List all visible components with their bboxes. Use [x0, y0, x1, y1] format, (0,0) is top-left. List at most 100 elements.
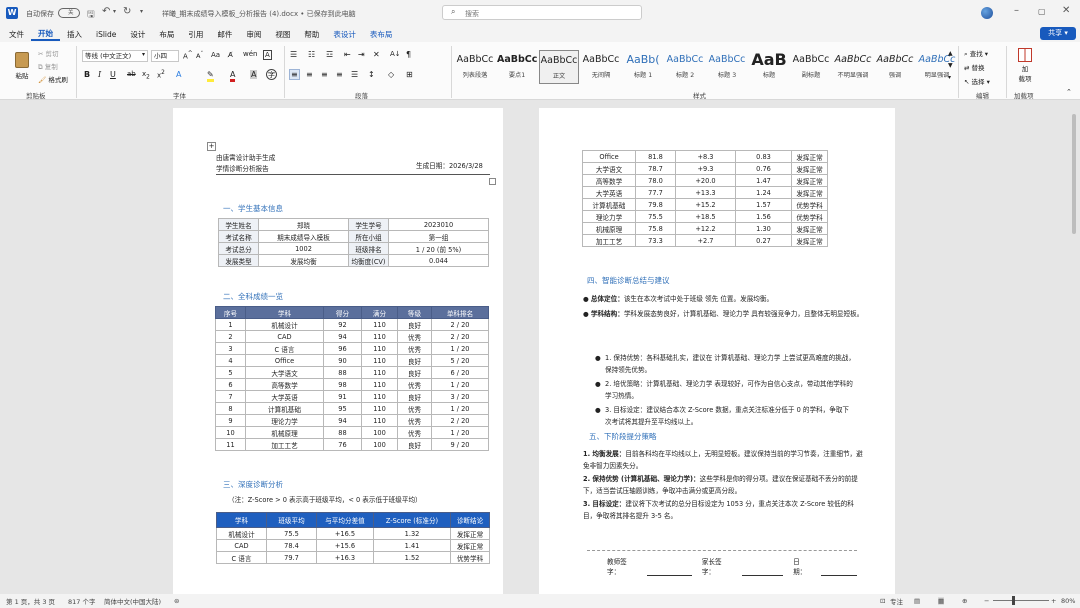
table-header-cell[interactable]: Z-Score (标准分): [373, 512, 451, 528]
table-cell[interactable]: +15.2: [675, 198, 736, 211]
zoom-in-icon[interactable]: +: [1051, 597, 1056, 605]
autosave-toggle[interactable]: 关: [58, 8, 80, 18]
font-name-select[interactable]: 等线 (中文正文): [82, 50, 148, 62]
table-cell[interactable]: 2 / 20: [431, 330, 489, 343]
table-cell[interactable]: 88: [323, 366, 362, 379]
table-cell[interactable]: 计算机基础: [245, 402, 324, 415]
table-cell[interactable]: 0.83: [735, 150, 792, 163]
align-right-icon[interactable]: ≡: [321, 70, 328, 79]
table-cell[interactable]: 考试名称: [218, 230, 259, 243]
table-cell[interactable]: +8.3: [675, 150, 736, 163]
search-box[interactable]: ⌕ 搜索: [442, 5, 642, 20]
italic-icon[interactable]: I: [98, 70, 101, 79]
table-cell[interactable]: 1: [215, 318, 246, 331]
cut-button[interactable]: ✂ 剪切: [38, 48, 59, 58]
table-cell[interactable]: 78.4: [266, 539, 317, 552]
table-cell[interactable]: 110: [361, 378, 398, 391]
table-cell[interactable]: 1.47: [735, 174, 792, 187]
table-cell[interactable]: 3 / 20: [431, 390, 489, 403]
table-cell[interactable]: 大学语文: [582, 162, 636, 175]
phonetic-guide-icon[interactable]: wén: [243, 50, 257, 58]
table-cell[interactable]: 发挥正常: [450, 527, 490, 540]
table-cell[interactable]: 5 / 20: [431, 354, 489, 367]
tab-references[interactable]: 引用: [181, 29, 210, 40]
table-cell[interactable]: 均衡度(CV): [348, 254, 389, 267]
table-cell[interactable]: +12.2: [675, 222, 736, 235]
table-cell[interactable]: 79.7: [266, 551, 317, 564]
table-cell[interactable]: 机械设计: [216, 527, 267, 540]
table-cell[interactable]: 优秀: [397, 378, 432, 391]
multilevel-list-icon[interactable]: ☲: [326, 50, 333, 59]
copy-button[interactable]: ⧉ 复制: [38, 61, 58, 72]
enclosed-char-icon[interactable]: 字: [266, 69, 277, 80]
style-item[interactable]: AaBb(标题 1: [623, 50, 663, 84]
focus-label[interactable]: 专注: [890, 596, 903, 606]
table-cell[interactable]: 1 / 20 (前 5%): [388, 242, 489, 255]
table-cell[interactable]: 大学语文: [245, 366, 324, 379]
table-cell[interactable]: 110: [361, 342, 398, 355]
table-cell[interactable]: 6: [215, 378, 246, 391]
table-cell[interactable]: 110: [361, 354, 398, 367]
table-cell[interactable]: 1.41: [373, 539, 451, 552]
minimize-icon[interactable]: –: [1014, 5, 1019, 16]
table-cell[interactable]: 优势学科: [450, 551, 490, 564]
table-cell[interactable]: 良好: [397, 390, 432, 403]
table-cell[interactable]: +20.0: [675, 174, 736, 187]
table-cell[interactable]: 2023010: [388, 218, 489, 231]
table-cell[interactable]: +16.3: [316, 551, 374, 564]
table-cell[interactable]: 91: [323, 390, 362, 403]
table-cell[interactable]: 94: [323, 330, 362, 343]
table-cell[interactable]: 学生姓名: [218, 218, 259, 231]
table-cell[interactable]: 学生学号: [348, 218, 389, 231]
table-cell[interactable]: 78.0: [635, 174, 676, 187]
justify-icon[interactable]: ≡: [336, 70, 343, 79]
subscript-icon[interactable]: x2: [142, 70, 150, 80]
style-item[interactable]: AaBbCc 列表段落: [455, 50, 495, 84]
table-cell[interactable]: C 语言: [216, 551, 267, 564]
table-cell[interactable]: 大学英语: [582, 186, 636, 199]
table-cell[interactable]: 发挥正常: [791, 234, 828, 247]
text-effects-icon[interactable]: A: [176, 70, 181, 79]
table-cell[interactable]: 期末成绩导入模板: [258, 230, 349, 243]
font-name-dropdown-icon[interactable]: ▾: [142, 51, 145, 58]
char-border-icon[interactable]: A: [263, 50, 272, 60]
table-cell[interactable]: 郑晓: [258, 218, 349, 231]
table-cell[interactable]: 计算机基础: [582, 198, 636, 211]
table-cell[interactable]: 76: [323, 438, 362, 451]
table-cell[interactable]: 良好: [397, 438, 432, 451]
page-count[interactable]: 第 1 页，共 3 页: [6, 596, 55, 606]
paste-button[interactable]: 粘贴: [10, 46, 34, 86]
table-cell[interactable]: 1.30: [735, 222, 792, 235]
tab-mailings[interactable]: 邮件: [210, 29, 239, 40]
table-cell[interactable]: 发展类型: [218, 254, 259, 267]
table-cell[interactable]: 良好: [397, 354, 432, 367]
table-cell[interactable]: 良好: [397, 318, 432, 331]
language[interactable]: 简体中文(中国大陆): [104, 596, 161, 606]
table-cell[interactable]: 95: [323, 402, 362, 415]
tab-table-layout[interactable]: 表布局: [363, 29, 400, 40]
table-cell[interactable]: 81.8: [635, 150, 676, 163]
table-cell[interactable]: 11: [215, 438, 246, 451]
table-cell[interactable]: 110: [361, 366, 398, 379]
table-cell[interactable]: 1.24: [735, 186, 792, 199]
table-cell[interactable]: 2 / 20: [431, 414, 489, 427]
table-cell[interactable]: Office: [582, 150, 636, 163]
save-icon[interactable]: 🖫: [87, 7, 95, 23]
table-cell[interactable]: 发挥正常: [791, 222, 828, 235]
table-cell[interactable]: 1 / 20: [431, 342, 489, 355]
scrollbar-thumb[interactable]: [1072, 114, 1076, 234]
table-cell[interactable]: 1.32: [373, 527, 451, 540]
table-cell[interactable]: 94: [323, 414, 362, 427]
table-cell[interactable]: CAD: [245, 330, 324, 343]
table-cell[interactable]: 73.3: [635, 234, 676, 247]
table-cell[interactable]: Office: [245, 354, 324, 367]
style-item[interactable]: AaBbCc 正文: [539, 50, 579, 84]
replace-button[interactable]: ⇄ 替换: [964, 62, 985, 72]
style-item[interactable]: AaBbCc 不明显强调: [833, 50, 873, 84]
numbering-icon[interactable]: ☷: [308, 50, 315, 59]
share-button[interactable]: 共享 ▾: [1040, 27, 1076, 40]
change-case-icon[interactable]: Aa: [211, 51, 220, 59]
table-cell[interactable]: 1.56: [735, 210, 792, 223]
table-cell[interactable]: 发挥正常: [791, 162, 828, 175]
superscript-icon[interactable]: x2: [157, 70, 165, 79]
